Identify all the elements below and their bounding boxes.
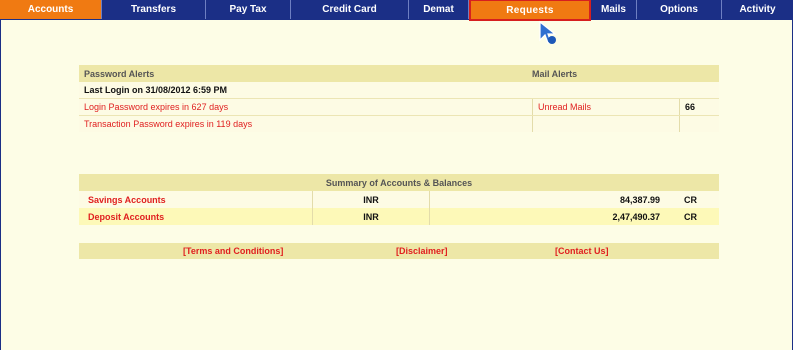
tab-accounts[interactable]: Accounts (0, 0, 102, 19)
currency-cell: INR (312, 191, 429, 208)
balance-cell: 84,387.99 (429, 191, 664, 208)
login-expiry-text: Login Password expires in 627 days (84, 102, 229, 112)
tab-demat[interactable]: Demat (409, 0, 469, 19)
password-alerts-header: Password Alerts (84, 68, 155, 79)
footer-links-bar: [Terms and Conditions] [Disclaimer] [Con… (79, 243, 719, 259)
balance-cell: 2,47,490.37 (429, 208, 664, 225)
tab-mails[interactable]: Mails (591, 0, 637, 19)
deposit-accounts-link[interactable]: Deposit Accounts (88, 208, 164, 225)
last-login-text: Last Login on 31/08/2012 6:59 PM (84, 85, 228, 95)
contact-us-link[interactable]: [Contact Us] (555, 243, 609, 259)
table-row: Savings Accounts INR 84,387.99 CR (79, 191, 719, 208)
tab-credit-card[interactable]: Credit Card (291, 0, 409, 19)
alerts-table: Password Alerts Mail Alerts Last Login o… (79, 65, 719, 133)
empty-cell (679, 116, 719, 132)
tab-requests[interactable]: Requests (469, 0, 591, 21)
login-expiry-row: Login Password expires in 627 days Unrea… (79, 98, 719, 115)
unread-mails-link[interactable]: Unread Mails (532, 99, 679, 115)
alerts-header-row: Password Alerts Mail Alerts (79, 65, 719, 82)
top-nav: Accounts Transfers Pay Tax Credit Card D… (0, 0, 793, 21)
transaction-expiry-text: Transaction Password expires in 119 days (84, 119, 253, 129)
transaction-expiry-row: Transaction Password expires in 119 days (79, 115, 719, 132)
balance-type-cell: CR (684, 194, 697, 205)
table-row: Deposit Accounts INR 2,47,490.37 CR (79, 208, 719, 225)
tab-transfers[interactable]: Transfers (102, 0, 206, 19)
empty-cell (532, 116, 679, 132)
last-login-row: Last Login on 31/08/2012 6:59 PM (79, 82, 719, 98)
currency-cell: INR (312, 208, 429, 225)
tab-pay-tax[interactable]: Pay Tax (206, 0, 291, 19)
disclaimer-link[interactable]: [Disclaimer] (396, 243, 448, 259)
tab-options[interactable]: Options (637, 0, 722, 19)
unread-mails-count: 66 (679, 99, 719, 115)
terms-link[interactable]: [Terms and Conditions] (183, 243, 283, 259)
mouse-pointer-icon (539, 20, 557, 44)
mail-alerts-header: Mail Alerts (532, 68, 578, 79)
tab-activity[interactable]: Activity (722, 0, 793, 19)
summary-header: Summary of Accounts & Balances (325, 177, 473, 188)
summary-table: Summary of Accounts & Balances Savings A… (79, 174, 719, 226)
savings-accounts-link[interactable]: Savings Accounts (88, 191, 166, 208)
balance-type-cell: CR (684, 211, 697, 222)
summary-header-row: Summary of Accounts & Balances (79, 174, 719, 191)
